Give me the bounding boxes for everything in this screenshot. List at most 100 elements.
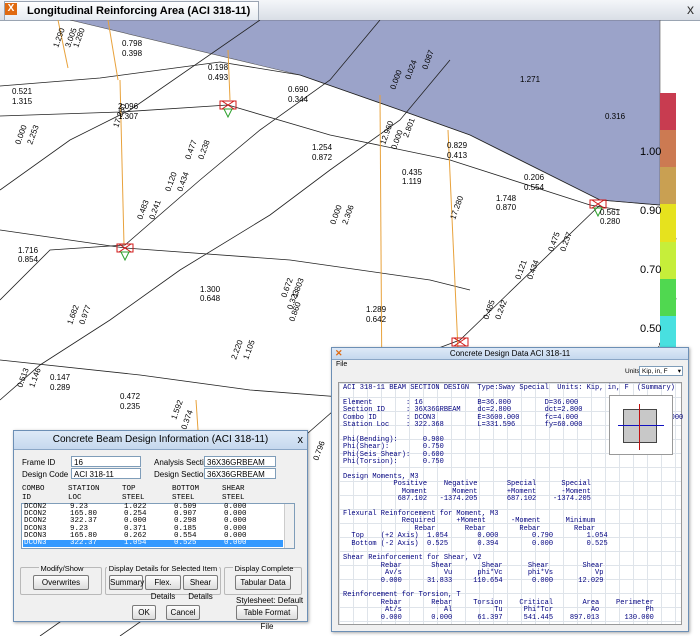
station-list[interactable]: DCON2 9.23 1.022 0.509 0.000 DCON2 165.80 0.254…	[21, 503, 295, 549]
column-header: STEEL	[222, 494, 245, 502]
scale-label: 1.00	[640, 146, 662, 158]
force-label: 0.235	[120, 402, 141, 411]
analysis-section-field: 36X36GRBEAM	[204, 456, 276, 467]
beam-design-dialog: Concrete Beam Design Information (ACI 31…	[13, 430, 308, 631]
force-label: 0.147	[50, 373, 71, 382]
summary-button[interactable]: Summary	[109, 575, 144, 590]
units-select[interactable]: Kip, in, F ▾	[639, 366, 683, 376]
force-label: 1.716	[18, 246, 39, 255]
cancel-button[interactable]: Cancel	[166, 605, 200, 620]
force-label: 0.798	[122, 39, 143, 48]
force-label-rotated: 0.374	[179, 408, 194, 430]
scale-segment	[660, 130, 676, 168]
scale-segment	[660, 204, 676, 242]
scale-segment	[660, 93, 676, 131]
design-data-dialog: ✕ Concrete Design Data ACI 318-11 File A…	[331, 347, 689, 632]
force-label: 0.280	[600, 217, 621, 226]
force-label: 0.521	[12, 87, 33, 96]
force-label-rotated: 0.238	[196, 138, 211, 160]
force-label: 1.289	[366, 305, 387, 314]
force-label: 1.748	[496, 194, 517, 203]
flex-details-button[interactable]: Flex. Details	[145, 575, 181, 601]
column-header: STEEL	[172, 494, 195, 502]
slab-shaded-region	[69, 20, 661, 206]
force-label-rotated: 0.796	[311, 439, 326, 461]
overwrites-button[interactable]: Overwrites	[33, 575, 89, 590]
force-label: 0.435	[402, 168, 423, 177]
tabular-data-button[interactable]: Tabular Data	[235, 575, 291, 590]
column-header: STATION	[68, 485, 100, 493]
scale-segment	[660, 167, 676, 205]
display-selected-group-label: Display Details for Selected Item	[106, 564, 220, 573]
force-label: 0.413	[447, 151, 468, 160]
column-header: BOTTOM	[172, 485, 200, 493]
display-complete-group: Display Complete Details Tabular Data	[224, 564, 302, 595]
table-cell: 0.000	[224, 538, 247, 547]
units-label: Units	[625, 368, 640, 375]
frame-id-label: Frame ID	[22, 458, 56, 467]
scale-label: 0.50	[640, 323, 662, 335]
beam-dialog-title-bar: Concrete Beam Design Information (ACI 31…	[14, 431, 307, 450]
column-header: SHEAR	[222, 485, 245, 493]
column-header: COMBO	[22, 485, 45, 493]
station-list-scrollbar[interactable]	[284, 504, 294, 548]
force-label: 1.271	[520, 75, 541, 84]
force-label: 0.289	[50, 383, 71, 392]
force-label: 0.870	[496, 203, 517, 212]
column-header: LOC	[68, 494, 82, 502]
design-report-area: ACI 318-11 BEAM SECTION DESIGN Type:Sway…	[338, 382, 683, 625]
force-label: 0.344	[288, 95, 309, 104]
file-menu[interactable]: File	[336, 361, 347, 368]
force-label: 0.206	[524, 173, 545, 182]
force-label: 0.648	[200, 294, 221, 303]
table-cell: 322.37	[70, 538, 98, 547]
force-label: 0.493	[208, 73, 229, 82]
design-dialog-app-icon: ✕	[335, 348, 343, 358]
force-label-rotated: 2.801	[401, 116, 416, 138]
ok-button[interactable]: OK	[132, 605, 156, 620]
force-label: 0.854	[18, 255, 39, 264]
column-header: STEEL	[122, 494, 145, 502]
force-label: 0.198	[208, 63, 229, 72]
table-cell: DCON3	[24, 538, 47, 547]
frame-id-field: 16	[71, 456, 141, 467]
force-label: 0.829	[447, 141, 468, 150]
design-section-label: Design Section	[154, 470, 208, 479]
table-row[interactable]: DCON3 322.37 1.054 0.525 0.000	[23, 538, 283, 548]
window-title: Longitudinal Reinforcing Area (ACI 318-1…	[27, 5, 251, 17]
units-value: Kip, in, F	[642, 368, 668, 375]
column-header: ID	[22, 494, 32, 502]
station-table-header: COMBO STATION TOP BOTTOM SHEAR ID LOC STEEL STE…	[22, 485, 292, 503]
chevron-down-icon: ▾	[677, 368, 681, 375]
app-logo-icon: X	[5, 3, 17, 15]
force-label: 0.642	[366, 315, 387, 324]
stylesheet-label: Stylesheet: Default	[236, 596, 304, 605]
design-section-field: 36X36GRBEAM	[204, 468, 276, 479]
force-label: 0.398	[122, 49, 143, 58]
display-selected-group: Display Details for Selected Item Summar…	[105, 564, 221, 601]
color-scale-bar	[660, 93, 676, 353]
column-header: TOP	[122, 485, 136, 493]
shear-details-button[interactable]: Shear Details	[183, 575, 218, 601]
table-cell: 0.525	[174, 538, 197, 547]
window-close-icon[interactable]: x	[687, 1, 694, 17]
force-label: 0.316	[605, 112, 626, 121]
window-tab[interactable]: Longitudinal Reinforcing Area (ACI 318-1…	[4, 1, 260, 20]
table-format-file-button[interactable]: Table Format File	[236, 605, 298, 631]
scale-segment	[660, 241, 676, 279]
table-cell: 1.054	[124, 538, 147, 547]
force-label: 0.561	[600, 208, 621, 217]
design-code-field: ACI 318-11	[71, 468, 141, 479]
force-label: 1.119	[402, 177, 422, 186]
force-label: 0.472	[120, 392, 141, 401]
design-dialog-title-bar: ✕ Concrete Design Data ACI 318-11	[332, 348, 688, 360]
force-label: 1.315	[12, 97, 33, 106]
force-label: 0.690	[288, 85, 309, 94]
force-label: 0.554	[524, 183, 545, 192]
beam-dialog-close-icon[interactable]: x	[298, 431, 304, 449]
scale-label: 0.70	[640, 264, 662, 276]
scale-segment	[660, 278, 676, 316]
section-sketch	[609, 395, 673, 455]
force-label: 0.872	[312, 153, 333, 162]
main-title-bar: Longitudinal Reinforcing Area (ACI 318-1…	[0, 0, 700, 21]
